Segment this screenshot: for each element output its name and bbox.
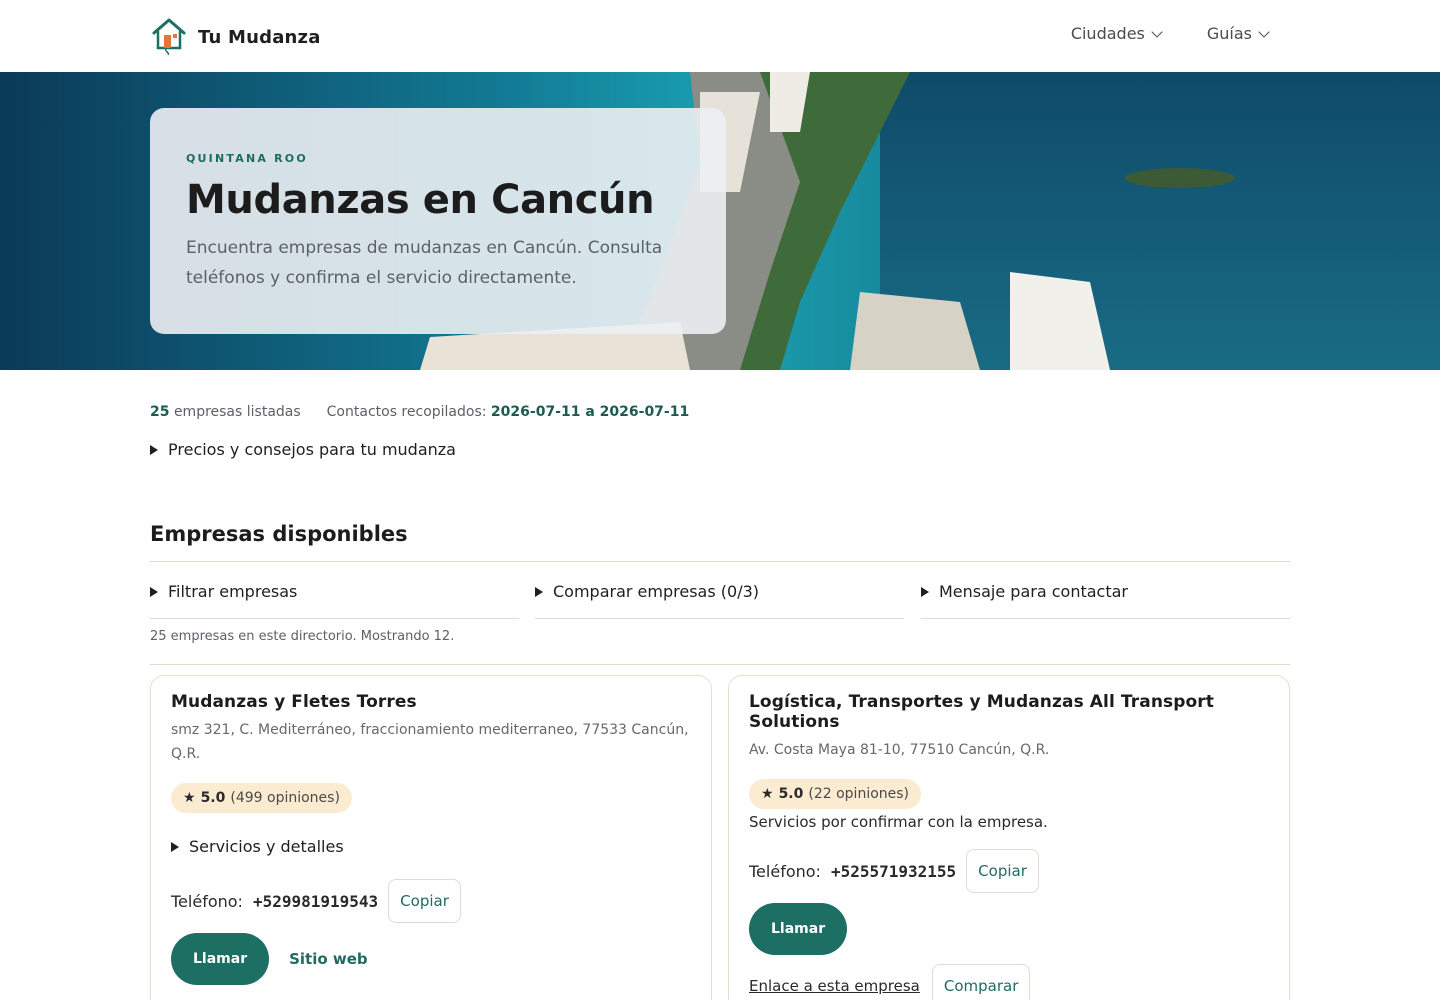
phone-row: Teléfono: +529981919543 Copiar <box>171 879 691 923</box>
card-secondary-actions: Enlace a esta empresa Comparar <box>749 964 1269 1000</box>
services-summary-label: Servicios y detalles <box>189 837 344 856</box>
nav-ciudades-label: Ciudades <box>1070 24 1145 43</box>
company-count: 25 <box>150 404 170 420</box>
company-card: Mudanzas y Fletes Torres smz 321, C. Med… <box>150 675 712 1000</box>
filter-label: Filtrar empresas <box>168 582 298 601</box>
copy-phone-button[interactable]: Copiar <box>388 879 461 923</box>
star-icon: ★ <box>761 786 774 802</box>
disclosure-triangle-icon <box>535 586 543 597</box>
nav-guias[interactable]: Guías <box>1206 24 1270 43</box>
review-count: (499 opiniones) <box>230 790 340 806</box>
review-count: (22 opiniones) <box>808 786 910 802</box>
company-count-label: empresas listadas <box>173 404 301 420</box>
rating-value: 5.0 <box>778 786 804 802</box>
phone-label: Teléfono: <box>749 861 821 881</box>
hero-subtitle: Encuentra empresas de mudanzas en Cancún… <box>186 238 663 288</box>
chevron-down-icon <box>1151 25 1163 38</box>
contacts-stat: Contactos recopilados: 2026-07-11 a 2026… <box>327 404 690 420</box>
star-icon: ★ <box>183 790 196 806</box>
rating-badge: ★ 5.0 (499 opiniones) <box>171 783 352 813</box>
services-disclosure[interactable]: Servicios y detalles <box>171 837 691 856</box>
results-divider <box>150 664 1290 665</box>
rating-badge: ★ 5.0 (22 opiniones) <box>749 779 922 809</box>
phone-label: Teléfono: <box>171 891 243 911</box>
company-name: Mudanzas y Fletes Torres <box>171 692 417 712</box>
message-label: Mensaje para contactar <box>939 582 1128 601</box>
compare-panel: Comparar empresas (0/3) <box>535 562 904 619</box>
main-nav: Ciudades Guías <box>1070 24 1270 43</box>
rating-value: 5.0 <box>200 790 226 806</box>
compare-disclosure[interactable]: Comparar empresas (0/3) <box>535 582 759 601</box>
message-panel: Mensaje para contactar <box>921 562 1290 619</box>
results-count-note: 25 empresas en este directorio. Mostrand… <box>150 629 455 644</box>
disclosure-triangle-icon <box>150 444 158 455</box>
house-logo-icon <box>150 15 188 59</box>
filter-disclosure[interactable]: Filtrar empresas <box>150 582 297 601</box>
message-disclosure[interactable]: Mensaje para contactar <box>921 582 1128 601</box>
call-button[interactable]: Llamar <box>171 933 270 985</box>
hero-card: QUINTANA ROO Mudanzas en Cancún Encuentr… <box>150 108 726 334</box>
phone-number: +525571932155 <box>830 861 957 881</box>
page-title: Mudanzas en Cancún <box>186 177 655 223</box>
nav-guias-label: Guías <box>1206 24 1252 43</box>
brand-link[interactable]: Tu Mudanza <box>150 15 321 59</box>
website-link[interactable]: Sitio web <box>289 950 368 968</box>
phone-row: Teléfono: +525571932155 Copiar <box>749 849 1269 893</box>
disclosure-triangle-icon <box>150 586 158 597</box>
disclosure-triangle-icon <box>921 586 929 597</box>
compare-button[interactable]: Comparar <box>931 964 1031 1000</box>
card-actions: Llamar Sitio web <box>171 933 691 985</box>
listing-stats: 25 empresas listadas Contactos recopilad… <box>150 404 689 420</box>
company-address: Av. Costa Maya 81-10, 77510 Cancún, Q.R. <box>749 742 1050 758</box>
company-address: smz 321, C. Mediterráneo, fraccionamient… <box>171 722 689 762</box>
copy-phone-button[interactable]: Copiar <box>966 849 1039 893</box>
contacts-label: Contactos recopilados: <box>326 404 487 420</box>
phone-number: +529981919543 <box>252 891 379 911</box>
compare-label: Comparar empresas (0/3) <box>553 582 760 601</box>
chevron-down-icon <box>1258 25 1270 38</box>
section-title: Empresas disponibles <box>150 522 408 546</box>
company-name: Logística, Transportes y Mudanzas All Tr… <box>749 692 1214 732</box>
brand-name: Tu Mudanza <box>198 26 321 48</box>
call-button[interactable]: Llamar <box>749 903 848 955</box>
region-eyebrow: QUINTANA ROO <box>186 152 308 165</box>
company-card: Logística, Transportes y Mudanzas All Tr… <box>728 675 1290 1000</box>
hero-banner: QUINTANA ROO Mudanzas en Cancún Encuentr… <box>0 72 1440 370</box>
site-header: Tu Mudanza Ciudades Guías <box>0 0 1440 72</box>
company-permalink[interactable]: Enlace a esta empresa <box>749 977 920 995</box>
nav-ciudades[interactable]: Ciudades <box>1070 24 1163 43</box>
tips-summary-label: Precios y consejos para tu mudanza <box>168 440 456 459</box>
filter-panel: Filtrar empresas <box>150 562 519 619</box>
disclosure-triangle-icon <box>171 841 179 852</box>
services-note: Servicios por confirmar con la empresa. <box>749 813 1048 831</box>
company-count-stat: 25 empresas listadas <box>150 404 301 420</box>
contacts-range: 2026-07-11 a 2026-07-11 <box>490 404 690 420</box>
tips-disclosure[interactable]: Precios y consejos para tu mudanza <box>150 440 456 459</box>
